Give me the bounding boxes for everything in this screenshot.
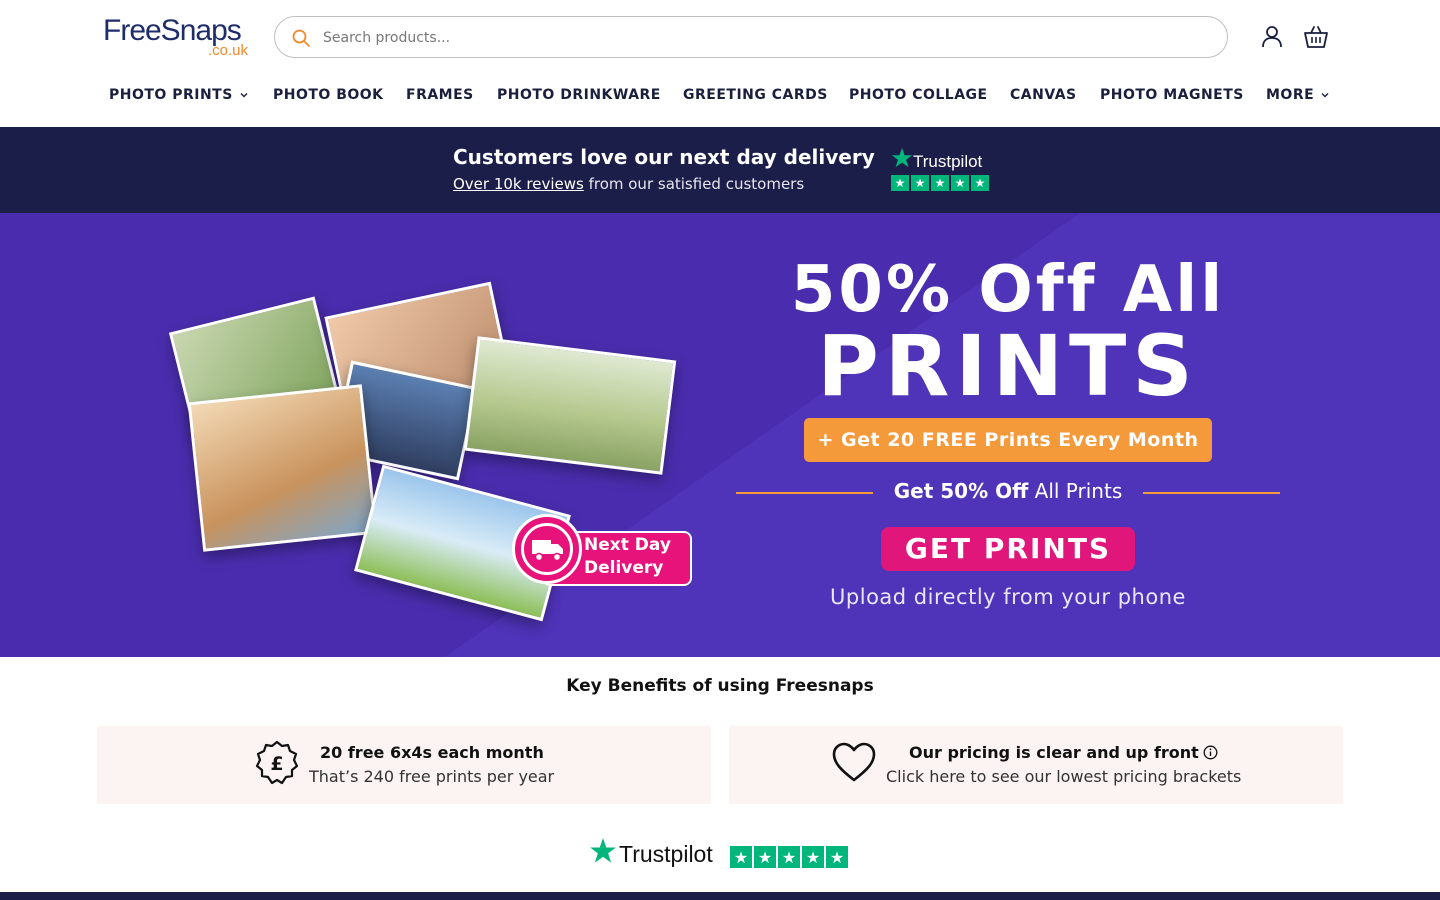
freesnaps-logo[interactable]: FreeSnaps .co.uk <box>103 14 253 60</box>
nav-item-label: PHOTO BOOK <box>273 87 384 103</box>
info-icon[interactable] <box>1203 745 1218 760</box>
star-icon: ★ <box>730 846 752 868</box>
site-header: FreeSnaps .co.uk PHOTO PRINTS PHOTO BOOK… <box>0 0 1440 127</box>
offer-rest: All Prints <box>1028 479 1123 503</box>
divider-line <box>736 492 873 494</box>
pound-badge-icon: £ <box>255 740 299 785</box>
reviews-link[interactable]: Over 10k reviews <box>453 175 584 193</box>
logo-domain: .co.uk <box>208 42 249 59</box>
benefit-card-free-prints[interactable]: £ 20 free 6x4s each month That’s 240 fre… <box>97 726 711 804</box>
heart-icon <box>832 742 876 782</box>
rating-stars: ★ ★ ★ ★ ★ <box>730 846 848 868</box>
nav-item-label: FRAMES <box>406 87 474 103</box>
get-prints-button[interactable]: GET PRINTS <box>881 527 1135 571</box>
benefit-subtitle: Click here to see our lowest pricing bra… <box>886 767 1242 786</box>
nav-item-photo-book[interactable]: PHOTO BOOK <box>273 87 384 103</box>
star-icon: ★ <box>802 846 824 868</box>
trustpilot-star-icon <box>891 147 913 168</box>
free-prints-promo: + Get 20 FREE Prints Every Month <box>804 418 1212 462</box>
chevron-down-icon <box>240 93 248 98</box>
nav-item-photo-prints[interactable]: PHOTO PRINTS <box>109 87 249 103</box>
trustpilot-wordmark: Trustpilot <box>619 841 713 867</box>
hero-banner: Next Day Delivery 50% Off All PRINTS + G… <box>0 213 1440 657</box>
trustpilot-star-icon <box>590 838 616 863</box>
nav-item-frames[interactable]: FRAMES <box>406 87 474 103</box>
nav-item-label: PHOTO DRINKWARE <box>497 87 661 103</box>
trustpilot-rating[interactable]: Trustpilot ★ ★ ★ ★ ★ <box>589 837 853 871</box>
star-icon: ★ <box>911 175 929 191</box>
benefit-title: Our pricing is clear and up front <box>909 743 1199 762</box>
star-icon: ★ <box>971 175 989 191</box>
nav-item-label: PHOTO PRINTS <box>109 87 233 103</box>
chevron-down-icon <box>1321 93 1329 98</box>
offer-subtitle: Get 50% Off All Prints <box>873 479 1143 503</box>
hero-title-large: PRINTS <box>817 317 1199 415</box>
badge-text: Next Day Delivery <box>584 534 671 580</box>
nav-item-photo-drinkware[interactable]: PHOTO DRINKWARE <box>497 87 661 103</box>
star-icon: ★ <box>826 846 848 868</box>
nav-item-label: PHOTO MAGNETS <box>1100 87 1244 103</box>
nav-item-label: CANVAS <box>1010 87 1077 103</box>
search-input[interactable] <box>323 25 1203 51</box>
badge-circle <box>512 514 582 584</box>
divider-line <box>1143 492 1280 494</box>
hero-title: 50% Off All <box>790 253 1226 327</box>
badge-line1: Next Day <box>584 535 671 555</box>
nav-item-photo-magnets[interactable]: PHOTO MAGNETS <box>1100 87 1244 103</box>
offer-bold: Get 50% Off <box>893 479 1029 503</box>
photo-print <box>463 336 677 475</box>
next-day-delivery-badge: Next Day Delivery <box>512 514 692 586</box>
footer-band <box>0 892 1440 900</box>
search-icon[interactable] <box>291 28 311 48</box>
svg-text:£: £ <box>270 753 283 775</box>
rating-stars: ★ ★ ★ ★ ★ <box>891 175 989 191</box>
user-icon[interactable] <box>1259 24 1285 50</box>
star-icon: ★ <box>754 846 776 868</box>
reviews-text: from our satisfied customers <box>583 175 805 193</box>
main-nav: PHOTO PRINTS PHOTO BOOK FRAMES PHOTO DRI… <box>0 80 1440 112</box>
star-icon: ★ <box>891 175 909 191</box>
trust-headline: Customers love our next day delivery <box>453 145 875 169</box>
benefits-heading: Key Benefits of using Freesnaps <box>566 676 874 696</box>
nav-item-canvas[interactable]: CANVAS <box>1010 87 1077 103</box>
nav-item-label: MORE <box>1266 87 1315 103</box>
nav-item-label: GREETING CARDS <box>683 87 828 103</box>
photo-print <box>187 384 378 552</box>
star-icon: ★ <box>931 175 949 191</box>
benefit-title: 20 free 6x4s each month <box>320 743 544 762</box>
nav-item-label: PHOTO COLLAGE <box>849 87 988 103</box>
search-bar <box>274 16 1228 58</box>
star-icon: ★ <box>951 175 969 191</box>
nav-item-greeting-cards[interactable]: GREETING CARDS <box>683 87 828 103</box>
benefit-subtitle: That’s 240 free prints per year <box>309 767 555 786</box>
basket-icon[interactable] <box>1303 24 1329 50</box>
trust-subline: Over 10k reviews from our satisfied cust… <box>453 175 804 193</box>
badge-line2: Delivery <box>584 558 664 578</box>
truck-icon <box>532 540 563 562</box>
nav-item-photo-collage[interactable]: PHOTO COLLAGE <box>849 87 988 103</box>
star-icon: ★ <box>778 846 800 868</box>
trust-strip: Customers love our next day delivery Ove… <box>0 127 1440 213</box>
benefit-card-pricing[interactable]: Our pricing is clear and up front Click … <box>729 726 1343 804</box>
nav-item-more[interactable]: MORE <box>1266 87 1330 103</box>
upload-note: Upload directly from your phone <box>830 585 1186 609</box>
trustpilot-wordmark: Trustpilot <box>913 152 983 171</box>
